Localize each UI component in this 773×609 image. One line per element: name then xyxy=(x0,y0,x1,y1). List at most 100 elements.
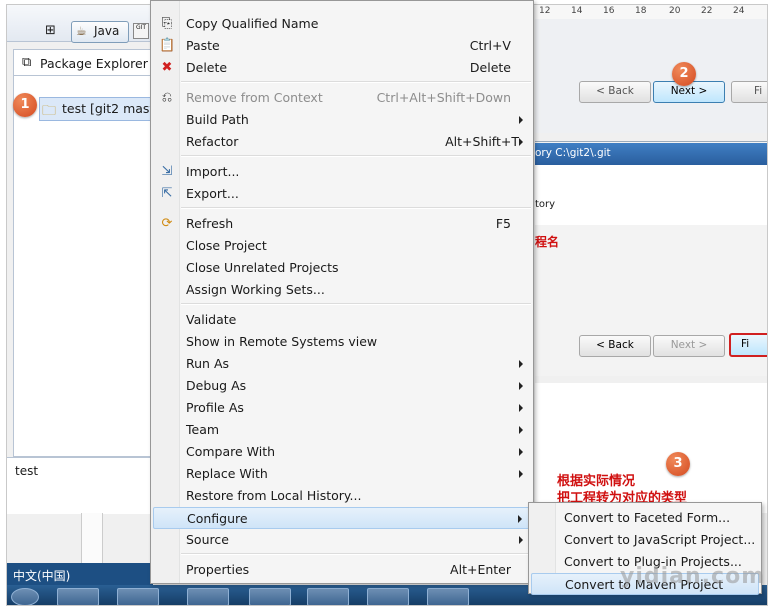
menu-item-label: Debug As xyxy=(186,378,247,393)
menu-item-label: Run As xyxy=(186,356,230,371)
menu-item-copy-qualified-name[interactable]: ⎘ Copy Qualified Name xyxy=(153,13,531,35)
menu-item-label: Show in Remote Systems view xyxy=(186,334,378,349)
taskbar-item[interactable] xyxy=(249,588,291,605)
taskbar-item[interactable] xyxy=(427,588,469,605)
menu-item-compare-with[interactable]: Compare With xyxy=(153,441,531,463)
import-icon: ⇲ xyxy=(161,164,173,179)
ruler-tick: 24 xyxy=(733,6,745,16)
taskbar-item[interactable] xyxy=(367,588,409,605)
menu-item-label: Paste xyxy=(186,38,220,53)
ruler-tick: 14 xyxy=(571,6,583,16)
editor-area: 根据实际情况 把工程转为对应的类型 xyxy=(535,383,767,513)
menu-item-debug-as[interactable]: Debug As xyxy=(153,375,531,397)
wizard2-finish-button[interactable]: Fi xyxy=(729,333,767,357)
wizard2-next-button[interactable]: Next > xyxy=(653,335,725,357)
menu-item-label: Assign Working Sets... xyxy=(186,282,325,297)
submenu-item-convert-to-javascript-project[interactable]: Convert to JavaScript Project... xyxy=(531,529,759,551)
menu-separator xyxy=(181,81,531,83)
menu-item-refresh[interactable]: ⟳ Refresh F5 xyxy=(153,213,531,235)
menu-item-shortcut: Alt+Enter xyxy=(450,562,511,577)
wizard2-content: tory xyxy=(535,165,767,225)
wizard2-name-hint: 程名 xyxy=(535,235,560,249)
wizard1-back-button[interactable]: < Back xyxy=(579,81,651,103)
menu-item-assign-working-sets[interactable]: Assign Working Sets... xyxy=(153,279,531,301)
menu-item-source[interactable]: Source xyxy=(153,529,531,551)
menu-item-shortcut: Ctrl+V xyxy=(469,38,511,53)
menu-item-validate[interactable]: Validate xyxy=(153,309,531,331)
submenu-arrow-icon xyxy=(519,536,523,544)
open-perspective-icon[interactable]: ⊞ xyxy=(45,23,56,38)
menu-item-label: Replace With xyxy=(186,466,268,481)
menu-item-close-project[interactable]: Close Project xyxy=(153,235,531,257)
step-badge-1: 1 xyxy=(13,93,37,117)
java-perspective-icon: ☕ xyxy=(76,24,87,38)
menu-item-export[interactable]: ⇱ Export... xyxy=(153,183,531,205)
package-explorer-tab[interactable]: ⧉ Package Explorer xyxy=(13,49,155,76)
step-badge-2-next: 2 xyxy=(672,62,696,86)
menu-item-shortcut: Delete xyxy=(469,60,511,75)
menu-item-label: Delete xyxy=(186,60,228,75)
menu-item-run-as[interactable]: Run As xyxy=(153,353,531,375)
tree-item-test-project[interactable]: 🗀 test [git2 master] xyxy=(39,97,172,121)
taskbar-item[interactable] xyxy=(117,588,159,605)
export-icon: ⇱ xyxy=(161,186,173,201)
ruler-tick: 22 xyxy=(701,6,713,16)
ime-label: 中文(中国) xyxy=(13,569,71,583)
menu-item-label: Restore from Local History... xyxy=(186,488,362,503)
submenu-arrow-icon xyxy=(519,360,523,368)
vertical-ruler xyxy=(81,513,103,563)
menu-item-configure[interactable]: Configure xyxy=(153,507,531,529)
ruler-tick: 16 xyxy=(603,6,615,16)
taskbar-item[interactable] xyxy=(307,588,349,605)
menu-item-label: Build Path xyxy=(186,112,249,127)
wizard2-title: ory C:\git2\.git xyxy=(535,147,611,159)
menu-item-close-unrelated-projects[interactable]: Close Unrelated Projects xyxy=(153,257,531,279)
menu-item-paste[interactable]: 📋 Paste Ctrl+V xyxy=(153,35,531,57)
menu-item-restore-from-local-history[interactable]: Restore from Local History... xyxy=(153,485,531,507)
taskbar-item[interactable] xyxy=(11,588,39,605)
taskbar-item[interactable] xyxy=(187,588,229,605)
menu-item-remove-from-context[interactable]: ⎌ Remove from Context Ctrl+Alt+Shift+Down xyxy=(153,87,531,109)
menu-item-refactor[interactable]: Refactor Alt+Shift+T xyxy=(153,131,531,153)
menu-item-label: Validate xyxy=(186,312,237,327)
java-perspective-button[interactable]: ☕ Java xyxy=(71,21,129,43)
wizard2-back-button[interactable]: < Back xyxy=(579,335,651,357)
submenu-arrow-icon xyxy=(519,404,523,412)
menu-item-label: Team xyxy=(186,422,220,437)
wizard1-finish-button[interactable]: Fi xyxy=(731,81,767,103)
submenu-item-label: Convert to Faceted Form... xyxy=(564,510,731,525)
watermark: yidian.com xyxy=(620,564,766,589)
submenu-arrow-icon xyxy=(519,426,523,434)
menu-item-build-path[interactable]: Build Path xyxy=(153,109,531,131)
menu-item-label: Remove from Context xyxy=(186,90,323,105)
delete-icon: ✖ xyxy=(161,60,173,75)
menu-item-label: Refactor xyxy=(186,134,239,149)
menu-item-import[interactable]: ⇲ Import... xyxy=(153,161,531,183)
menu-item-label: Close Project xyxy=(186,238,267,253)
menu-item-properties[interactable]: Properties Alt+Enter xyxy=(153,559,531,581)
submenu-item-convert-to-faceted-form[interactable]: Convert to Faceted Form... xyxy=(531,507,759,529)
submenu-item-label: Convert to JavaScript Project... xyxy=(564,532,756,547)
ime-indicator[interactable]: 中文(中国) xyxy=(7,563,153,585)
wizard2-history-text: tory xyxy=(535,199,556,210)
menu-item-team[interactable]: Team xyxy=(153,419,531,441)
project-folder-icon: 🗀 xyxy=(42,103,56,119)
menu-item-replace-with[interactable]: Replace With xyxy=(153,463,531,485)
package-explorer-tree[interactable] xyxy=(13,75,155,457)
menu-item-show-in-remote-systems-view[interactable]: Show in Remote Systems view xyxy=(153,331,531,353)
menu-item-label: Refresh xyxy=(186,216,234,231)
menu-item-shortcut: Ctrl+Alt+Shift+Down xyxy=(376,90,511,105)
refresh-icon: ⟳ xyxy=(161,216,173,231)
submenu-arrow-icon xyxy=(519,382,523,390)
git-perspective-icon[interactable]: GIT xyxy=(133,23,149,39)
wizard-dialog-back: < Back Next > Fi xyxy=(535,19,767,133)
step-badge-3: 3 xyxy=(666,452,690,476)
taskbar-item[interactable] xyxy=(57,588,99,605)
menu-item-label: Copy Qualified Name xyxy=(186,16,319,31)
submenu-arrow-icon xyxy=(519,470,523,478)
wizard2-button-bar: < Back Next > Fi xyxy=(535,323,767,375)
menu-item-profile-as[interactable]: Profile As xyxy=(153,397,531,419)
menu-item-delete[interactable]: ✖ Delete Delete xyxy=(153,57,531,79)
menu-item-label: Configure xyxy=(187,511,248,526)
submenu-arrow-icon xyxy=(518,515,522,523)
